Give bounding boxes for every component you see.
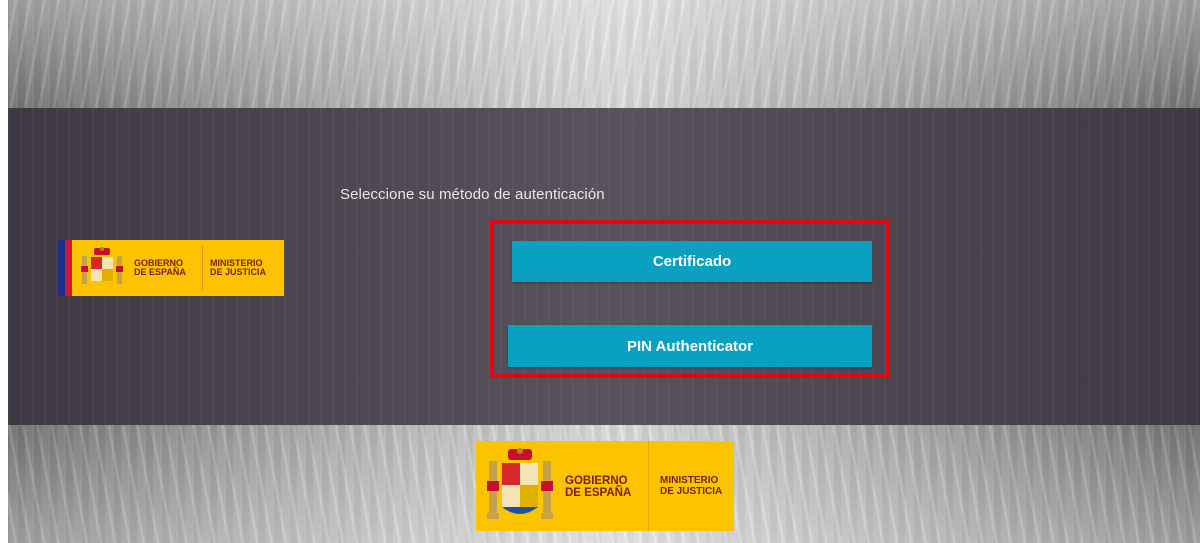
government-logo-small: GOBIERNO DE ESPAÑA MINISTERIO DE JUSTICI…	[58, 240, 284, 296]
ministerio-text: MINISTERIO DE JUSTICIA	[660, 475, 723, 497]
logo-divider	[648, 441, 649, 531]
auth-method-prompt: Seleccione su método de autenticación	[340, 186, 605, 203]
certificate-button[interactable]: Certificado	[512, 241, 872, 282]
left-edge	[0, 0, 8, 543]
coat-of-arms-icon	[81, 247, 123, 284]
pin-authenticator-button[interactable]: PIN Authenticator	[508, 325, 872, 367]
ministerio-text: MINISTERIO DE JUSTICIA	[210, 258, 267, 278]
coat-of-arms-icon	[487, 448, 553, 519]
gobierno-text: GOBIERNO DE ESPAÑA	[565, 475, 632, 500]
government-logo-large: GOBIERNO DE ESPAÑA MINISTERIO DE JUSTICI…	[476, 441, 734, 531]
gobierno-text: GOBIERNO DE ESPAÑA	[134, 258, 186, 278]
logo-divider	[202, 246, 203, 290]
background-top-band	[0, 0, 1200, 108]
flag-strip	[58, 240, 78, 296]
